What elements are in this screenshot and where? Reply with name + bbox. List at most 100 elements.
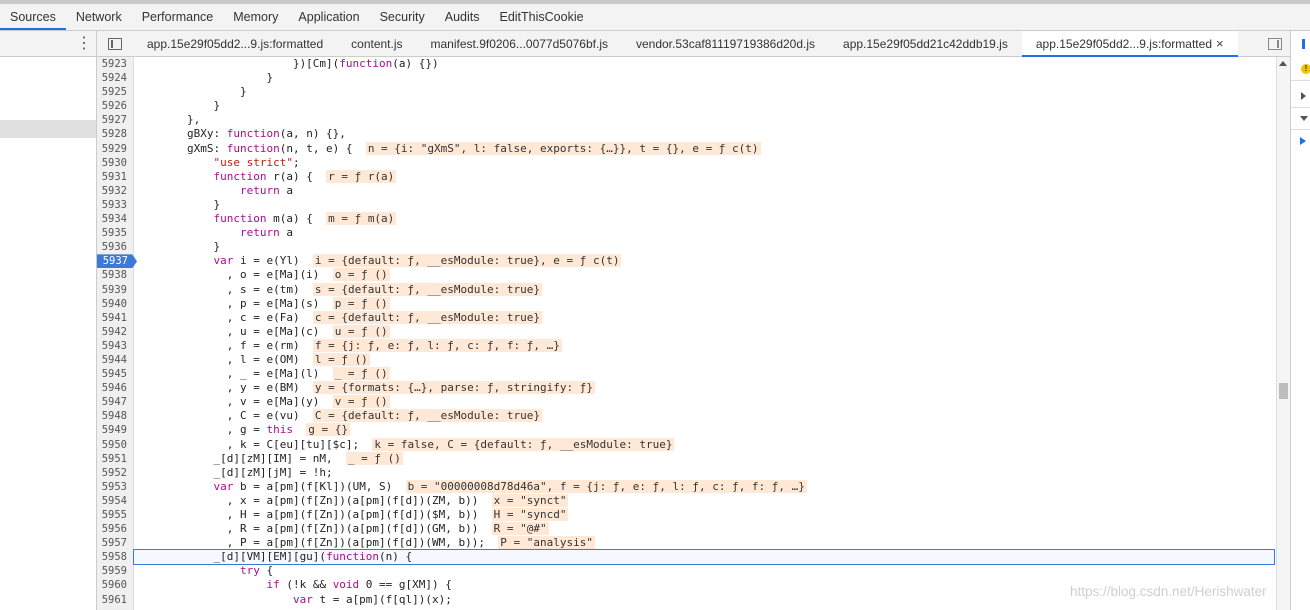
line-number[interactable]: 5931	[97, 170, 133, 184]
navigator-selected-row[interactable]	[0, 120, 96, 138]
line-number[interactable]: 5945	[97, 367, 133, 381]
line-number[interactable]: 5932	[97, 184, 133, 198]
main-tab-sources[interactable]: Sources	[0, 4, 66, 30]
editor-scrollbar[interactable]	[1276, 57, 1290, 610]
line-number[interactable]: 5946	[97, 381, 133, 395]
main-tab-security[interactable]: Security	[370, 4, 435, 30]
main-tab-network[interactable]: Network	[66, 4, 132, 30]
code-text: gXmS: function(n, t, e) {	[134, 141, 353, 155]
line-number[interactable]: 5961	[97, 593, 133, 607]
toggle-navigator-icon[interactable]	[108, 37, 122, 50]
line-number[interactable]: 5953	[97, 480, 133, 494]
line-number[interactable]: 5947	[97, 395, 133, 409]
code-line: }	[134, 71, 1276, 85]
line-number[interactable]: 5938	[97, 268, 133, 282]
file-tab[interactable]: content.js	[337, 31, 416, 57]
line-number[interactable]: 5942	[97, 325, 133, 339]
main-tab-application[interactable]: Application	[288, 4, 369, 30]
line-number[interactable]: 5940	[97, 297, 133, 311]
file-tab-label: manifest.9f0206...0077d5076bf.js	[430, 36, 608, 51]
line-number[interactable]: 5944	[97, 353, 133, 367]
code-editor[interactable]: 5923 5924 5925 5926 5927 5928 5929 5930 5931 5932…	[97, 57, 1276, 610]
code-text: var b = a[pm](f[Kl])(UM, S)	[213, 479, 393, 493]
file-tab[interactable]: app.15e29f05dd21c42ddb19.js	[829, 31, 1022, 57]
debugger-row-expand[interactable]	[1291, 86, 1310, 108]
inline-value: v = ƒ ()	[332, 395, 390, 409]
code-line: , v = e[Ma](y) v = ƒ ()	[134, 395, 1276, 409]
line-number[interactable]: 5936	[97, 240, 133, 254]
inline-value: i = {default: ƒ, __esModule: true}, e = …	[312, 254, 622, 268]
more-vertical-icon[interactable]: ⋮	[76, 35, 92, 53]
file-tab-label: app.15e29f05dd2...9.js:formatted	[1035, 36, 1212, 51]
toggle-debugger-icon[interactable]	[1268, 38, 1282, 50]
main-tab-memory[interactable]: Memory	[223, 4, 288, 30]
debugger-row-collapse[interactable]	[1291, 108, 1310, 130]
code-text: , y = e(BM)	[134, 381, 300, 395]
file-tab[interactable]: app.15e29f05dd2...9.js:formatted	[133, 31, 337, 57]
code-text: try {	[239, 564, 274, 578]
scroll-thumb[interactable]	[1279, 383, 1288, 399]
line-number[interactable]: 5955	[97, 508, 133, 522]
line-number[interactable]: 5950	[97, 438, 133, 452]
line-number[interactable]: 5957	[97, 536, 133, 550]
line-number[interactable]: 5929	[97, 142, 133, 156]
file-tab[interactable]: app.15e29f05dd2...9.js:formatted ×	[1021, 30, 1238, 57]
code-line: var b = a[pm](f[Kl])(UM, S) b = "0000000…	[134, 479, 1276, 494]
debugger-row-warning[interactable]: !	[1291, 59, 1310, 81]
main-tab-performance[interactable]: Performance	[132, 4, 224, 30]
line-number[interactable]: 5956	[97, 522, 133, 536]
breakpoint-line-number[interactable]: 5937	[97, 254, 137, 269]
line-number[interactable]: 5948	[97, 409, 133, 423]
line-number[interactable]: 5926	[97, 99, 133, 113]
inline-value: H = "syncd"	[491, 508, 569, 521]
main-tab-editthiscookie[interactable]: EditThisCookie	[489, 4, 593, 30]
watermark-text: https://blog.csdn.net/Herishwater	[1070, 584, 1267, 599]
code-text: var i = e(Yl)	[213, 254, 300, 268]
code-line: _[d][zM][jM] = !h;	[134, 466, 1276, 480]
line-number[interactable]: 5924	[97, 71, 133, 85]
code-line: }	[134, 85, 1276, 99]
code-line: },	[134, 113, 1276, 127]
pause-icon[interactable]	[1302, 39, 1305, 49]
line-number[interactable]: 5949	[97, 423, 133, 437]
line-number[interactable]: 5952	[97, 466, 133, 480]
file-tab[interactable]: manifest.9f0206...0077d5076bf.js	[417, 31, 622, 57]
main-tab-audits[interactable]: Audits	[435, 4, 490, 30]
code-line: , u = e[Ma](c) u = ƒ ()	[134, 324, 1276, 339]
line-number[interactable]: 5928	[97, 127, 133, 141]
inline-value: n = {i: "gXmS", l: false, exports: {…}},…	[365, 141, 761, 155]
code-line: try {	[134, 564, 1276, 578]
line-number[interactable]: 5923	[97, 57, 133, 71]
execution-arrow-icon	[1300, 137, 1306, 145]
line-number[interactable]: 5943	[97, 339, 133, 353]
code-line: , o = e[Ma](i) o = ƒ ()	[134, 268, 1276, 282]
scroll-up-icon[interactable]	[1279, 61, 1287, 66]
inline-value: k = false, C = {default: ƒ, __esModule: …	[372, 437, 675, 451]
line-number-gutter[interactable]: 5923 5924 5925 5926 5927 5928 5929 5930 5931 5932…	[97, 57, 137, 610]
code-text: , u = e[Ma](c)	[134, 324, 320, 338]
warning-icon: !	[1301, 64, 1310, 74]
code-line: "use strict";	[134, 156, 1276, 170]
line-number[interactable]: 5939	[97, 283, 133, 297]
close-icon[interactable]: ×	[1216, 36, 1224, 51]
source-file-tabs: app.15e29f05dd2...9.js:formatted content.…	[97, 30, 1290, 57]
line-number[interactable]: 5951	[97, 452, 133, 466]
file-tab[interactable]: vendor.53caf81119719386d20d.js	[622, 31, 829, 57]
line-number[interactable]: 5958	[97, 550, 133, 564]
code-text: , P = a[pm](f[Zn])(a[pm](f[d])(WM, b));	[134, 536, 485, 550]
line-number[interactable]: 5954	[97, 494, 133, 508]
code-line: gXmS: function(n, t, e) { n = {i: "gXmS"…	[134, 141, 1276, 156]
line-number[interactable]: 5933	[97, 198, 133, 212]
line-number[interactable]: 5960	[97, 578, 133, 592]
line-number[interactable]: 5959	[97, 564, 133, 578]
chevron-right-icon	[1301, 92, 1306, 100]
line-number[interactable]: 5927	[97, 113, 133, 127]
debugger-row-pointer[interactable]	[1291, 130, 1310, 152]
line-number[interactable]: 5934	[97, 212, 133, 226]
line-number[interactable]: 5930	[97, 156, 133, 170]
inline-value: r = ƒ r(a)	[326, 169, 397, 183]
line-number[interactable]: 5935	[97, 226, 133, 240]
code-text: function m(a) {	[213, 212, 313, 226]
line-number[interactable]: 5925	[97, 85, 133, 99]
line-number[interactable]: 5941	[97, 311, 133, 325]
